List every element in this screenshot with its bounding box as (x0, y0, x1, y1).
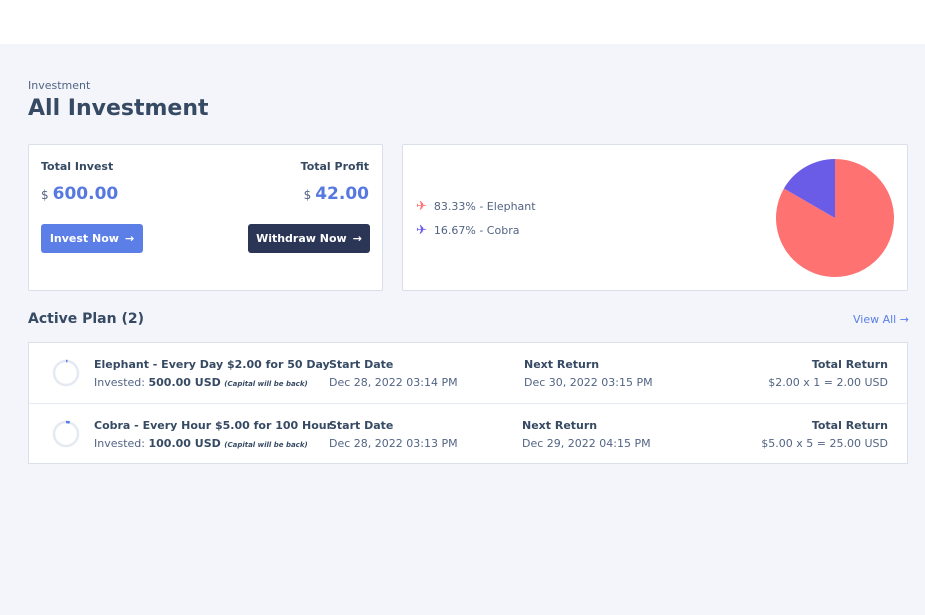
capital-note: (Capital will be back) (224, 380, 308, 388)
legend-label: 16.67% - Cobra (433, 224, 520, 237)
investment-distribution-card: ✈ 83.33% - Elephant ✈ 16.67% - Cobra (402, 144, 908, 291)
legend-label: 83.33% - Elephant (433, 200, 536, 213)
view-all-link[interactable]: View All → (853, 313, 909, 326)
plan-name: Cobra - Every Hour $5.00 for 100 Hour (94, 419, 333, 432)
start-date-value: Dec 28, 2022 03:13 PM (329, 437, 458, 450)
plan-row[interactable]: Elephant - Every Day $2.00 for 50 Day In… (29, 343, 907, 403)
total-return-value: $5.00 x 5 = 25.00 USD (761, 437, 888, 450)
next-return-value: Dec 30, 2022 03:15 PM (524, 376, 653, 389)
progress-ring (52, 420, 80, 448)
legend-item-elephant: ✈ 83.33% - Elephant (416, 199, 536, 214)
total-invest-amount: $600.00 (41, 184, 118, 204)
page-title: All Investment (28, 96, 209, 121)
currency-symbol: $ (303, 188, 312, 202)
active-plan-list: Elephant - Every Day $2.00 for 50 Day In… (28, 342, 908, 464)
invest-now-label: Invest Now (49, 232, 119, 245)
plan-invested: Invested: 100.00 USD (Capital will be ba… (94, 437, 308, 450)
total-profit-label: Total Profit (300, 160, 369, 173)
invested-label: Invested: (94, 437, 145, 450)
total-profit-value: 42.00 (315, 184, 369, 204)
arrow-right-icon: → (352, 232, 362, 245)
invested-amount: 500.00 USD (148, 376, 221, 389)
plan-row[interactable]: Cobra - Every Hour $5.00 for 100 Hour In… (29, 403, 907, 463)
plan-name: Elephant - Every Day $2.00 for 50 Day (94, 358, 330, 371)
start-date-value: Dec 28, 2022 03:14 PM (329, 376, 458, 389)
total-return-label: Total Return (811, 358, 888, 371)
pie-chart (776, 159, 894, 277)
total-invest-label: Total Invest (41, 160, 114, 173)
invested-amount: 100.00 USD (148, 437, 221, 450)
invested-label: Invested: (94, 376, 145, 389)
active-plan-title: Active Plan (2) (28, 311, 145, 327)
legend-item-cobra: ✈ 16.67% - Cobra (416, 223, 519, 238)
plane-icon: ✈ (416, 199, 427, 214)
withdraw-now-label: Withdraw Now (256, 232, 347, 245)
breadcrumb: Investment (28, 79, 91, 92)
total-invest-value: 600.00 (52, 184, 119, 204)
start-date-label: Start Date (329, 358, 394, 371)
arrow-right-icon: → (124, 232, 135, 245)
plan-invested: Invested: 500.00 USD (Capital will be ba… (94, 376, 308, 389)
plane-icon: ✈ (416, 223, 427, 238)
capital-note: (Capital will be back) (224, 441, 308, 449)
total-return-label: Total Return (811, 419, 888, 432)
invest-now-button[interactable]: Invest Now → (41, 224, 143, 253)
top-header-bar (0, 0, 925, 44)
next-return-label: Next Return (522, 419, 598, 432)
total-return-value: $2.00 x 1 = 2.00 USD (768, 376, 888, 389)
next-return-label: Next Return (524, 358, 600, 371)
withdraw-now-button[interactable]: Withdraw Now → (248, 224, 370, 253)
progress-ring (52, 359, 80, 387)
start-date-label: Start Date (329, 419, 394, 432)
total-profit-amount: $42.00 (304, 184, 369, 204)
next-return-value: Dec 29, 2022 04:15 PM (522, 437, 651, 450)
investment-summary-card: Total Invest Total Profit $600.00 $42.00… (28, 144, 383, 291)
currency-symbol: $ (41, 188, 49, 202)
